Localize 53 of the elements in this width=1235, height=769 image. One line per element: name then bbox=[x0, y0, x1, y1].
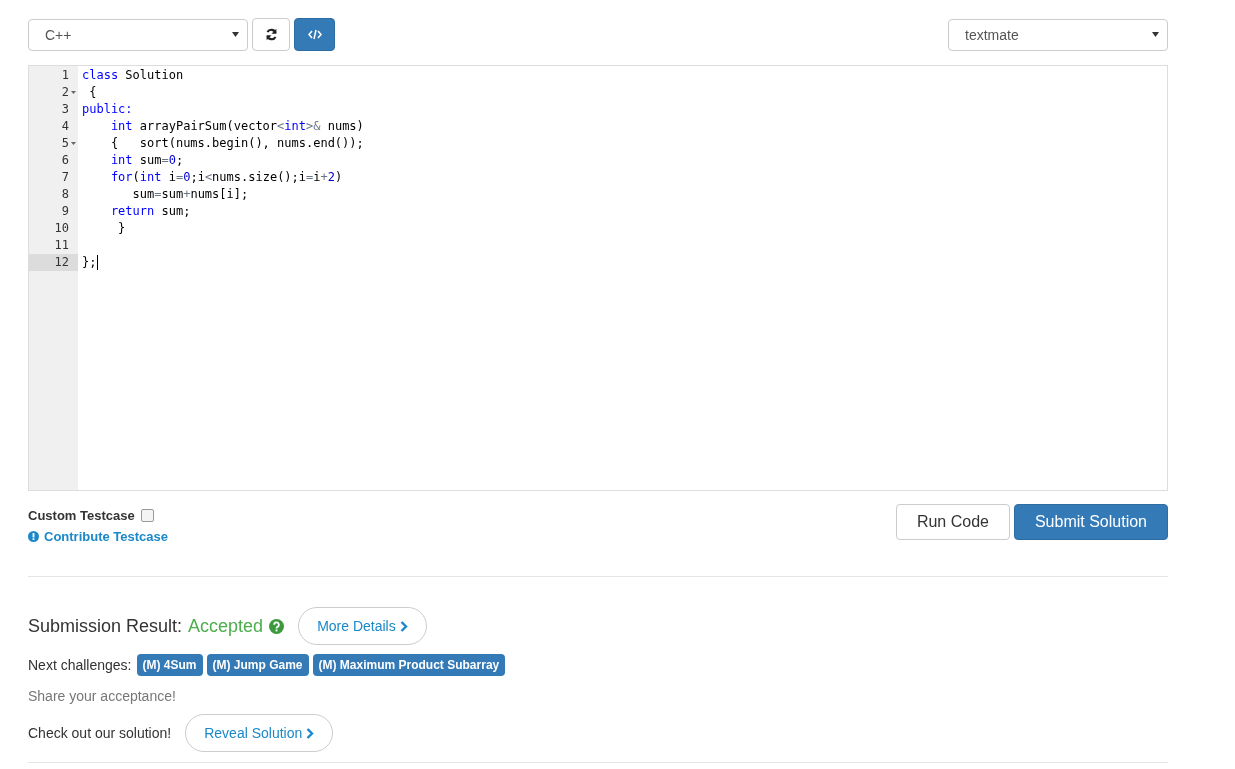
challenge-tag[interactable]: (M) Maximum Product Subarray bbox=[312, 654, 506, 676]
line-number: 3 bbox=[61, 101, 69, 118]
contribute-testcase-link[interactable]: Contribute Testcase bbox=[28, 529, 168, 544]
solution-prompt: Check out our solution! bbox=[28, 725, 172, 741]
reveal-solution-button[interactable]: Reveal Solution bbox=[185, 714, 334, 752]
code-icon bbox=[307, 29, 322, 40]
line-number: 9 bbox=[61, 203, 69, 220]
fold-arrow-icon[interactable] bbox=[71, 142, 76, 145]
custom-testcase-label: Custom Testcase bbox=[28, 508, 135, 523]
challenge-tag[interactable]: (M) Jump Game bbox=[206, 654, 309, 676]
question-circle-icon[interactable] bbox=[269, 618, 285, 634]
custom-testcase-checkbox[interactable] bbox=[140, 509, 154, 522]
line-number: 8 bbox=[61, 186, 69, 203]
code-line: int arrayPairSum(vector<int>& nums) bbox=[109, 118, 364, 135]
code-line: }; bbox=[82, 254, 99, 271]
code-line: for(int i=0;i<nums.size();i=i+2) bbox=[109, 169, 343, 186]
code-line: return sum; bbox=[109, 203, 191, 220]
result-status: Accepted bbox=[188, 615, 264, 637]
chevron-right-icon bbox=[306, 727, 315, 739]
next-challenges-label: Next challenges: bbox=[28, 657, 132, 673]
line-number: 12 bbox=[54, 254, 69, 271]
share-text: Share your acceptance! bbox=[28, 688, 177, 704]
code-line: } bbox=[117, 220, 126, 237]
line-number: 5 bbox=[61, 135, 69, 152]
caret-icon bbox=[232, 32, 239, 37]
line-number: 4 bbox=[61, 118, 69, 135]
line-number: 6 bbox=[61, 152, 69, 169]
code-line: int sum=0; bbox=[109, 152, 184, 169]
code-line: class Solution bbox=[82, 67, 184, 84]
challenge-tag[interactable]: (M) 4Sum bbox=[136, 654, 203, 676]
exclamation-circle-icon bbox=[28, 531, 39, 542]
line-number: 2 bbox=[61, 84, 69, 101]
code-line: public: bbox=[82, 101, 133, 118]
code-line: { sort(nums.begin(), nums.end()); bbox=[109, 135, 364, 152]
more-details-button[interactable]: More Details bbox=[298, 607, 427, 645]
theme-select[interactable]: textmate bbox=[948, 18, 1168, 51]
line-number: 7 bbox=[61, 169, 69, 186]
line-number: 11 bbox=[54, 237, 69, 254]
submit-solution-button[interactable]: Submit Solution bbox=[1013, 504, 1168, 540]
refresh-icon bbox=[264, 28, 278, 41]
code-line: sum=sum+nums[i]; bbox=[131, 186, 249, 203]
submission-result-label: Submission Result: bbox=[28, 615, 183, 637]
reset-button[interactable] bbox=[252, 18, 290, 51]
code-line: { bbox=[88, 84, 97, 101]
line-number: 1 bbox=[61, 67, 69, 84]
run-code-button[interactable]: Run Code bbox=[895, 504, 1010, 540]
caret-icon bbox=[1152, 32, 1159, 37]
language-select[interactable]: C++ bbox=[28, 18, 248, 51]
code-button[interactable] bbox=[294, 18, 335, 51]
fold-arrow-icon[interactable] bbox=[71, 91, 76, 94]
code-editor[interactable]: 1 2 3 4 5 6 7 8 9 10 11 12 class Solution { public: int arrayPairSum(vector<int>& nums) { sort(nums.begin(), nums.end()); int sum=0; for(int i=0;i<nums.size();i=i+2) sum=sum+nums[i]; return sum; } }; bbox=[28, 65, 1168, 491]
chevron-right-icon bbox=[399, 620, 408, 632]
line-number: 10 bbox=[54, 220, 69, 237]
